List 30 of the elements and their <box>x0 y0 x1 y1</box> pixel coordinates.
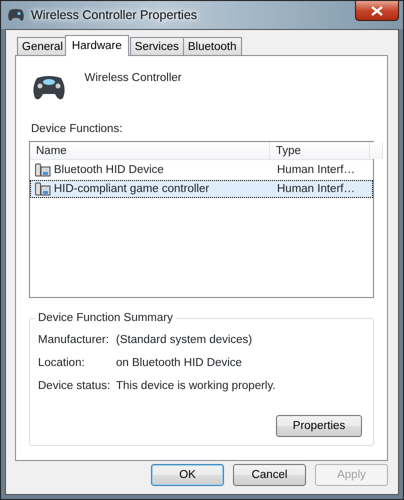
list-cell-text: Bluetooth HID Device <box>54 162 164 178</box>
properties-button[interactable]: Properties <box>276 415 362 437</box>
column-header[interactable]: Name <box>30 142 270 160</box>
field-value: (Standard system devices) <box>116 332 252 348</box>
gamepad-icon <box>7 8 25 22</box>
field-value: This device is working properly. <box>116 378 276 394</box>
tab[interactable]: Bluetooth <box>182 37 242 55</box>
list-cell-text: HID-compliant game controller <box>54 182 210 197</box>
field-label: Device status: <box>38 378 112 394</box>
tab[interactable]: General <box>17 37 68 55</box>
device-icon <box>35 182 51 196</box>
device-icon <box>35 163 51 178</box>
dialog-button[interactable]: OK <box>151 464 224 486</box>
field-label: Manufacturer: <box>38 332 110 348</box>
dialog-button[interactable]: Cancel <box>233 464 306 486</box>
device-name: Wireless Controller <box>84 71 182 86</box>
tab[interactable]: Hardware <box>64 35 129 56</box>
section-label: Device Functions: <box>31 122 124 137</box>
tab[interactable]: Services <box>130 37 184 55</box>
close-icon <box>371 6 383 16</box>
list-cell: Human Interf… <box>277 182 355 195</box>
column-header[interactable]: Type <box>270 142 370 160</box>
group-title: Device Function Summary <box>35 310 176 325</box>
close-button[interactable] <box>355 1 399 21</box>
list-row[interactable]: Bluetooth HID Device Human Interf… <box>30 161 373 180</box>
list-row[interactable]: HID-compliant game controller Human Interf… <box>30 180 373 198</box>
field-label: Location: <box>38 356 86 371</box>
field-value: on Bluetooth HID Device <box>116 356 242 371</box>
list-cell: Human Interf… <box>277 164 355 176</box>
window-title: Wireless Controller Properties <box>31 6 198 24</box>
